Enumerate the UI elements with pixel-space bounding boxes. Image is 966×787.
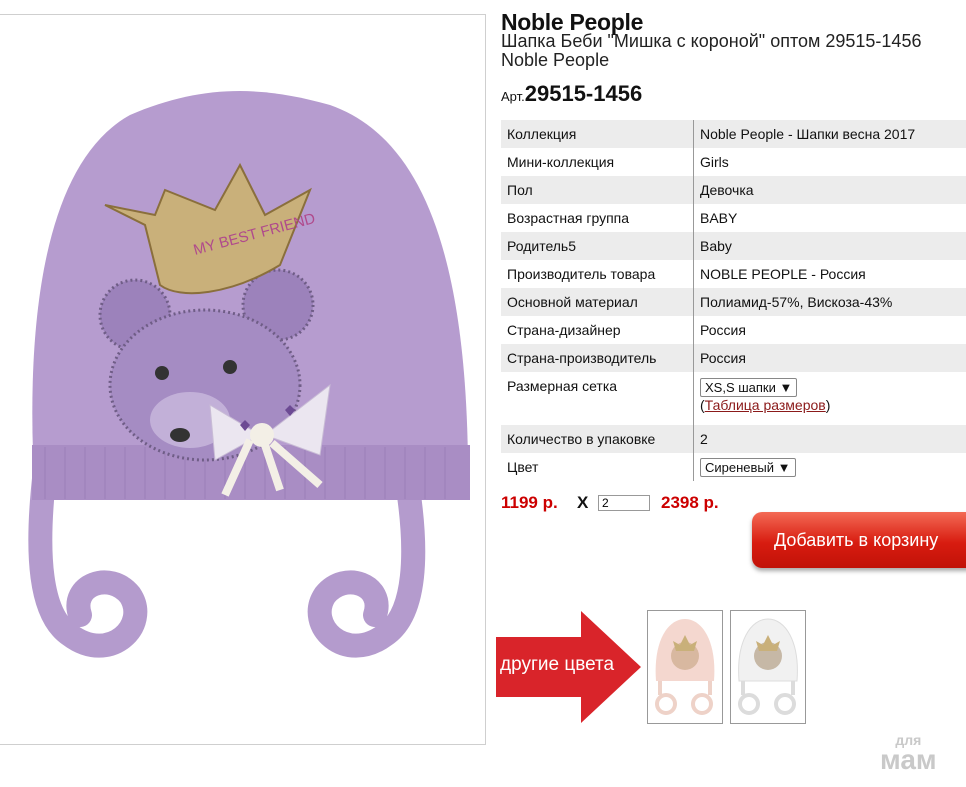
- spec-key: Страна-производитель: [501, 344, 694, 372]
- table-row: Родитель5 Baby: [501, 232, 966, 260]
- spec-value: 2: [693, 425, 966, 453]
- table-row: Количество в упаковке 2: [501, 425, 966, 453]
- spec-key: Мини-коллекция: [507, 154, 615, 170]
- article-value: 29515-1456: [524, 81, 643, 106]
- other-colors-label: другие цвета: [500, 654, 615, 675]
- table-row: Пол Девочка: [501, 176, 966, 204]
- spec-value: Девочка: [693, 176, 966, 204]
- spec-key: Размерная сетка: [507, 378, 618, 394]
- spec-value: Girls: [693, 148, 966, 176]
- spec-key: Цвет: [507, 459, 539, 475]
- spec-key: Возрастная группа: [507, 210, 630, 226]
- size-cell: XS,S шапки ▼ (Таблица размеров): [693, 372, 966, 425]
- table-row: Мини-коллекция Girls: [501, 148, 966, 176]
- color-cell: Сиреневый ▼: [693, 453, 966, 481]
- quantity-input[interactable]: [598, 495, 650, 511]
- spec-value: Россия: [693, 344, 966, 372]
- link-close-paren: ): [825, 397, 831, 413]
- product-photo[interactable]: MY BEST FRIEND: [0, 14, 486, 745]
- spec-key: Страна-дизайнер: [507, 322, 621, 338]
- spec-key: Основной материал: [501, 288, 694, 316]
- spec-value: Полиамид-57%, Вискоза-43%: [693, 288, 966, 316]
- table-row: Цвет Сиреневый ▼: [501, 453, 966, 481]
- color-thumb-pink[interactable]: [647, 610, 723, 724]
- table-row: Возрастная группа BABY: [501, 204, 966, 232]
- spec-key: Производитель товара: [507, 266, 656, 282]
- spec-key: Пол: [501, 176, 694, 204]
- site-watermark: для мам: [880, 732, 937, 775]
- multiply-sign: X: [577, 493, 589, 512]
- spec-value: BABY: [693, 204, 966, 232]
- size-select[interactable]: XS,S шапки ▼: [700, 378, 798, 397]
- article-label: Арт.: [501, 89, 525, 104]
- spec-key: Количество в упаковке: [501, 425, 694, 453]
- article-number: Арт.29515-1456: [501, 81, 642, 107]
- table-row: Страна-производитель Россия: [501, 344, 966, 372]
- table-row: Страна-дизайнер Россия: [501, 316, 966, 344]
- spec-value: Россия: [693, 316, 966, 344]
- spec-key: Родитель5: [501, 232, 694, 260]
- total-price: 2398 р.: [661, 493, 719, 512]
- table-row: Производитель товара NOBLE PEOPLE - Росси…: [501, 260, 966, 288]
- spec-value: Noble People - Шапки весна 2017: [693, 120, 966, 148]
- table-row: Основной материал Полиамид-57%, Вискоза-4…: [501, 288, 966, 316]
- add-to-cart-button[interactable]: Добавить в корзину: [752, 512, 966, 568]
- spec-key: Коллекция: [501, 120, 694, 148]
- specs-table: Коллекция Noble People - Шапки весна 2017…: [501, 120, 966, 481]
- table-row: Размерная сетка XS,S шапки ▼ (Таблица ра…: [501, 372, 966, 425]
- table-row: Коллекция Noble People - Шапки весна 2017: [501, 120, 966, 148]
- color-thumb-white[interactable]: [730, 610, 806, 724]
- color-select[interactable]: Сиреневый ▼: [700, 457, 796, 477]
- unit-price: 1199 р.: [501, 493, 558, 512]
- product-title: Шапка Беби "Мишка с короной" оптом 29515…: [501, 31, 922, 70]
- size-table-link[interactable]: Таблица размеров: [705, 397, 826, 413]
- spec-value: NOBLE PEOPLE - Россия: [693, 260, 966, 288]
- spec-value: Baby: [693, 232, 966, 260]
